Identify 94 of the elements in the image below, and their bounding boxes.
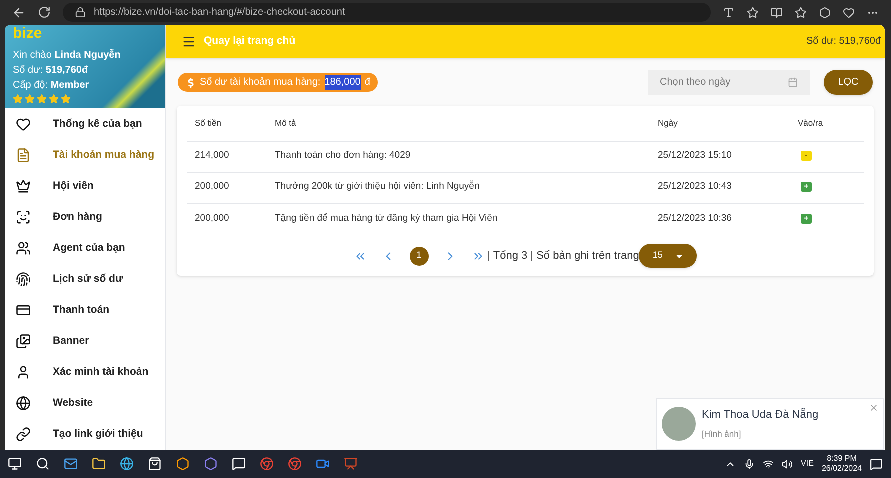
- link-icon: [16, 427, 31, 442]
- star-icon: [49, 94, 59, 104]
- fingerprint-icon: [16, 272, 31, 287]
- volume-icon[interactable]: [782, 458, 794, 470]
- direction-badge: +: [801, 182, 812, 192]
- star-icon: [25, 94, 35, 104]
- avatar-placeholder: [662, 407, 696, 441]
- date-cell: 25/12/2023 10:36: [658, 212, 732, 224]
- chrome-icon[interactable]: [288, 457, 302, 471]
- currency-symbol: đ: [364, 76, 370, 90]
- description-cell: Thưởng 200k từ giới thiệu hội viên: Linh Nguyễn: [275, 181, 480, 192]
- balance-text: Số dư: 519,760đ: [13, 65, 88, 76]
- crown-icon: [16, 179, 31, 194]
- design-app-icon[interactable]: [176, 457, 190, 471]
- video-app-icon[interactable]: [316, 457, 330, 471]
- slides-app-icon[interactable]: [344, 457, 358, 471]
- reload-icon[interactable]: [38, 6, 51, 19]
- read-aloud-icon[interactable]: [723, 6, 735, 18]
- chat-notification[interactable]: Kim Thoa Uda Đà Nẵng [Hình ảnh]: [656, 398, 884, 450]
- sidebar-item[interactable]: Hội viên: [5, 171, 165, 202]
- network-icon[interactable]: [763, 458, 774, 470]
- description-cell: Thanh toán cho đơn hàng: 4029: [275, 150, 411, 162]
- account-balance-amount: 186,000: [324, 75, 361, 90]
- sidebar-item[interactable]: Thanh toán: [5, 295, 165, 326]
- dollar-icon: [186, 78, 196, 88]
- user-icon: [16, 365, 31, 380]
- direction-badge: -: [801, 151, 812, 162]
- lock-icon: [75, 7, 86, 18]
- column-header: Vào/ra: [798, 118, 824, 128]
- header-balance: Số dư: 519,760đ: [806, 35, 881, 49]
- date-cell: 25/12/2023 15:10: [658, 150, 732, 162]
- page-button[interactable]: 1: [410, 246, 429, 266]
- clock-date[interactable]: 26/02/2024: [822, 464, 862, 474]
- search-icon[interactable]: [36, 457, 50, 471]
- browser-icon[interactable]: [120, 457, 134, 471]
- mic-icon[interactable]: [744, 458, 756, 470]
- sidebar-item[interactable]: Đơn hàng: [5, 202, 165, 233]
- menu-icon[interactable]: [182, 34, 196, 48]
- greeting-text: Xin chào Linda Nguyễn: [13, 50, 121, 61]
- date-field[interactable]: Chọn theo ngày: [648, 70, 810, 95]
- language-indicator[interactable]: VIE: [801, 458, 814, 470]
- star-icon: [61, 94, 71, 104]
- level-text: Cấp độ: Member: [13, 80, 90, 91]
- users-icon: [16, 241, 31, 256]
- date-cell: 25/12/2023 10:43: [658, 181, 732, 192]
- description-cell: Tặng tiền để mua hàng từ đăng ký tham gia Hội Viên: [275, 212, 498, 224]
- mail-icon[interactable]: [64, 457, 78, 471]
- back-icon[interactable]: [12, 6, 26, 20]
- sidebar-item[interactable]: Thống kê của bạn: [5, 109, 165, 140]
- clock-time[interactable]: 8:39 PM: [827, 454, 857, 464]
- column-header: Mô tả: [275, 118, 296, 128]
- store-icon[interactable]: [148, 457, 162, 471]
- column-header: Ngày: [658, 118, 678, 128]
- document-icon: [16, 148, 31, 163]
- sender-name: Kim Thoa Uda Đà Nẵng: [702, 408, 819, 424]
- address-bar[interactable]: https://bize.vn/doi-tac-ban-hang/#/bize-checkout-account: [63, 3, 711, 22]
- sidebar-item[interactable]: Agent của bạn: [5, 233, 165, 264]
- close-icon[interactable]: [869, 403, 879, 413]
- column-header: Số tiền: [195, 118, 222, 128]
- collections-icon[interactable]: [819, 6, 831, 18]
- logo-text: bize: [13, 25, 42, 43]
- sidebar-item[interactable]: Tài khoản mua hàng: [5, 140, 165, 171]
- page-size-select[interactable]: 15: [639, 244, 698, 268]
- direction-badge: +: [801, 214, 812, 224]
- amount-cell: 200,000: [195, 181, 230, 192]
- app-icon[interactable]: [204, 457, 218, 471]
- notifications-icon[interactable]: [870, 458, 883, 470]
- date-input: Chọn theo ngày: [660, 75, 788, 90]
- globe-icon: [16, 396, 31, 411]
- favorite-icon[interactable]: [747, 6, 759, 18]
- sidebar-item[interactable]: Banner: [5, 326, 165, 357]
- message-preview: [Hình ảnh]: [702, 428, 742, 441]
- heart-icon: [16, 117, 31, 132]
- sidebar-item[interactable]: Website: [5, 388, 165, 419]
- star-icon: [13, 94, 23, 104]
- amount-cell: 214,000: [195, 150, 230, 162]
- star-icon: [37, 94, 47, 104]
- url-text: https://bize.vn/doi-tac-ban-hang/#/bize-checkout-account: [94, 6, 346, 20]
- chat-app-icon[interactable]: [232, 457, 246, 471]
- images-icon: [16, 334, 31, 349]
- health-icon[interactable]: [843, 6, 855, 18]
- favorites-list-icon[interactable]: [795, 6, 807, 18]
- folder-icon[interactable]: [92, 457, 106, 471]
- scan-icon: [16, 210, 31, 225]
- amount-cell: 200,000: [195, 212, 230, 224]
- sidebar-item[interactable]: Lịch sử số dư: [5, 264, 165, 295]
- filter-button[interactable]: LỌC: [824, 70, 873, 95]
- card-icon: [16, 303, 31, 318]
- pagination-summary: | Tổng 3 | Số bản ghi trên trang: [488, 248, 640, 264]
- account-balance-label: Số dư tài khoản mua hàng:: [200, 76, 321, 90]
- sidebar-item[interactable]: Tạo link giới thiệu: [5, 419, 165, 450]
- reader-icon[interactable]: [771, 6, 783, 18]
- sidebar-item[interactable]: Xác minh tài khoản: [5, 357, 165, 388]
- chrome-icon[interactable]: [260, 457, 274, 471]
